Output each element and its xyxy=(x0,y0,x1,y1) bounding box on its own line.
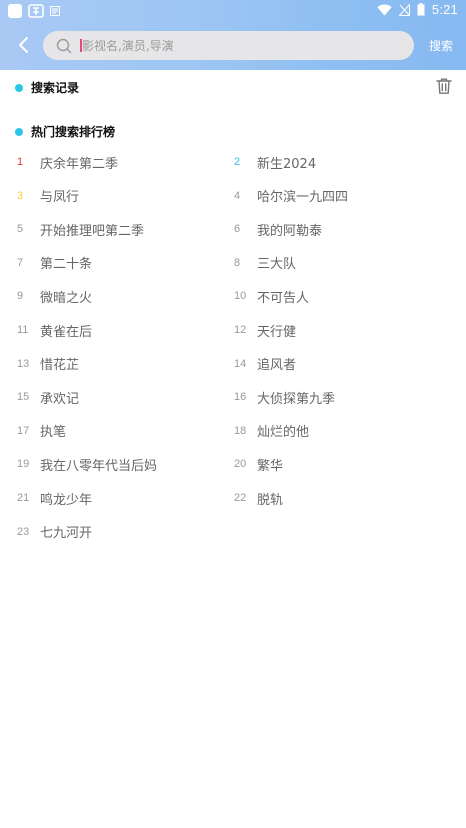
rank-number: 12 xyxy=(234,324,247,336)
rank-number: 20 xyxy=(234,458,247,471)
rank-number: 11 xyxy=(17,324,29,336)
rank-title: 脱轨 xyxy=(257,492,284,508)
rank-number: 7 xyxy=(17,256,24,269)
rank-title: 繁华 xyxy=(257,458,284,474)
battery-icon xyxy=(417,3,425,16)
notification-small-icon xyxy=(50,6,60,16)
rank-title: 我在八零年代当后妈 xyxy=(40,458,158,474)
section-dot-icon xyxy=(15,127,23,136)
rank-number: 5 xyxy=(17,223,24,236)
hot-search-item[interactable]: 22 脱轨 xyxy=(217,481,283,515)
hot-search-header: 热门搜索排行榜 xyxy=(15,123,115,140)
back-arrow-icon xyxy=(19,37,28,53)
rank-title: 哈尔滨一九四四 xyxy=(257,190,349,206)
rank-number: 13 xyxy=(17,357,30,370)
rank-title: 大侦探第九季 xyxy=(257,391,336,407)
app-notification-icon-2 xyxy=(28,4,44,18)
rank-title: 灿烂的他 xyxy=(257,425,310,441)
hot-search-item[interactable]: 3 与凤行 xyxy=(0,179,79,213)
rank-number: 10 xyxy=(234,290,247,303)
hot-search-item[interactable]: 14 追风者 xyxy=(217,347,296,381)
hot-search-item[interactable]: 19 我在八零年代当后妈 xyxy=(0,447,157,481)
rank-number: 1 xyxy=(17,156,24,168)
rank-number: 18 xyxy=(234,424,247,437)
rank-number: 8 xyxy=(234,256,241,269)
rank-title: 鸣龙少年 xyxy=(40,492,93,508)
hot-search-item[interactable]: 13 惜花芷 xyxy=(0,347,79,381)
rank-number: 17 xyxy=(17,424,30,437)
hot-search-item[interactable]: 11 黄雀在后 xyxy=(0,313,92,347)
rank-title: 我的阿勒泰 xyxy=(257,223,323,239)
trash-icon[interactable] xyxy=(435,77,453,95)
rank-number: 19 xyxy=(17,458,30,471)
section-dot-icon xyxy=(15,83,23,92)
rank-title: 微暗之火 xyxy=(40,290,93,306)
hot-search-item[interactable]: 20 繁华 xyxy=(217,447,283,481)
hot-search-item[interactable]: 7 第二十条 xyxy=(0,246,92,280)
rank-title: 第二十条 xyxy=(40,257,93,273)
back-button[interactable] xyxy=(12,34,34,56)
rank-number: 23 xyxy=(17,525,30,538)
app-notification-icon xyxy=(8,4,22,18)
rank-number: 3 xyxy=(17,189,24,202)
rank-number: 22 xyxy=(234,492,247,504)
hot-search-title: 热门搜索排行榜 xyxy=(31,125,116,139)
rank-title: 黄雀在后 xyxy=(40,324,93,340)
status-bar-left xyxy=(8,3,60,19)
hot-search-item[interactable]: 4 哈尔滨一九四四 xyxy=(217,179,348,213)
search-history-title: 搜索记录 xyxy=(31,81,80,95)
rank-number: 16 xyxy=(234,391,247,404)
hot-search-item[interactable]: 16 大侦探第九季 xyxy=(217,380,335,414)
rank-title: 天行健 xyxy=(257,324,297,340)
top-bar: 5:21 搜索 xyxy=(0,0,466,70)
rank-title: 开始推理吧第二季 xyxy=(40,223,145,239)
rank-title: 七九河开 xyxy=(40,526,93,542)
rank-title: 不可告人 xyxy=(257,290,310,306)
rank-number: 9 xyxy=(17,290,24,303)
rank-number: 21 xyxy=(17,492,30,504)
hot-search-item[interactable]: 15 承欢记 xyxy=(0,380,79,414)
search-button[interactable]: 搜索 xyxy=(424,36,458,56)
rank-number: 15 xyxy=(17,391,30,404)
rank-title: 三大队 xyxy=(257,257,297,273)
hot-search-item[interactable]: 23 七九河开 xyxy=(0,515,92,549)
hot-search-item[interactable]: 17 执笔 xyxy=(0,414,66,448)
hot-search-item[interactable]: 21 鸣龙少年 xyxy=(0,481,92,515)
status-time: 5:21 xyxy=(431,2,458,17)
signal-icon xyxy=(398,3,410,16)
hot-search-item[interactable]: 9 微暗之火 xyxy=(0,279,92,313)
hot-search-item[interactable]: 5 开始推理吧第二季 xyxy=(0,212,144,246)
hot-search-item[interactable]: 12 天行健 xyxy=(217,313,296,347)
search-history-header: 搜索记录 xyxy=(15,79,79,96)
status-bar-right: 5:21 xyxy=(377,2,458,17)
rank-title: 与凤行 xyxy=(40,190,80,206)
wifi-icon xyxy=(377,4,392,15)
hot-search-item[interactable]: 10 不可告人 xyxy=(217,279,309,313)
hot-search-item[interactable]: 6 我的阿勒泰 xyxy=(217,212,322,246)
search-icon xyxy=(56,38,72,54)
rank-title: 新生2024 xyxy=(257,156,317,172)
rank-title: 执笔 xyxy=(40,425,67,441)
hot-search-item[interactable]: 1 庆余年第二季 xyxy=(0,145,118,179)
rank-title: 承欢记 xyxy=(40,391,80,407)
rank-title: 庆余年第二季 xyxy=(40,156,119,172)
search-box[interactable] xyxy=(43,31,414,60)
search-input[interactable] xyxy=(82,31,402,60)
rank-number: 6 xyxy=(234,223,241,236)
hot-search-item[interactable]: 2 新生2024 xyxy=(217,145,316,179)
hot-search-item[interactable]: 18 灿烂的他 xyxy=(217,414,309,448)
rank-number: 14 xyxy=(234,357,247,370)
rank-title: 惜花芷 xyxy=(40,358,80,374)
rank-title: 追风者 xyxy=(257,358,297,374)
rank-number: 2 xyxy=(234,156,241,168)
hot-search-item[interactable]: 8 三大队 xyxy=(217,246,296,280)
rank-number: 4 xyxy=(234,189,241,202)
status-bar: 5:21 xyxy=(0,0,466,22)
